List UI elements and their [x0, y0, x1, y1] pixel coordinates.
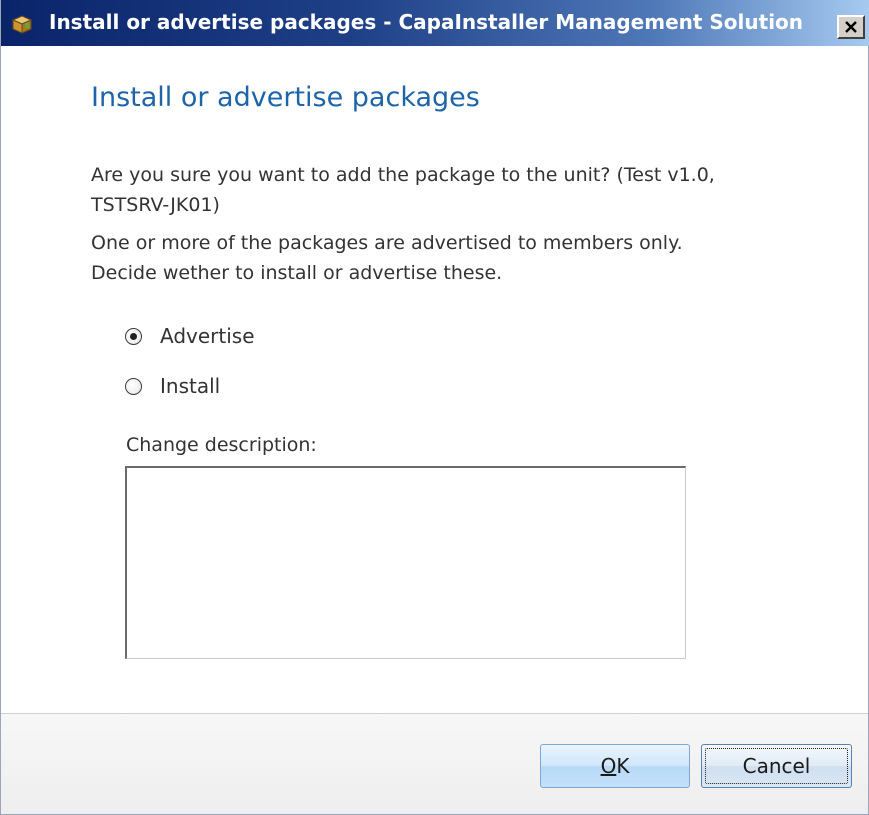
ok-button[interactable]: OK [540, 744, 690, 788]
radio-button-checked[interactable] [125, 327, 142, 345]
info-text-line1: One or more of the packages are advertis… [91, 232, 683, 254]
radio-advertise-label: Advertise [160, 324, 255, 348]
change-description-input[interactable] [125, 466, 686, 659]
confirm-text-line1: Are you sure you want to add the package… [91, 164, 715, 186]
ok-label-rest: K [616, 754, 630, 778]
radio-advertise[interactable]: Advertise [125, 322, 255, 350]
package-box-icon [11, 14, 33, 34]
confirm-text-line2: TSTSRV-JK01) [91, 194, 220, 216]
dialog-heading: Install or advertise packages [91, 82, 480, 113]
dialog-window: Install or advertise packages - CapaInst… [0, 0, 869, 815]
ok-accelerator: O [600, 754, 617, 778]
close-button[interactable] [837, 15, 865, 39]
button-bar: OK Cancel [1, 713, 868, 814]
radio-install-label: Install [160, 374, 221, 398]
window-title: Install or advertise packages - CapaInst… [49, 10, 804, 34]
title-bar[interactable]: Install or advertise packages - CapaInst… [1, 0, 869, 46]
cancel-button[interactable]: Cancel [701, 744, 852, 788]
cancel-label: Cancel [742, 754, 811, 778]
radio-install[interactable]: Install [125, 372, 220, 400]
change-description-label: Change description: [126, 434, 317, 456]
info-text-line2: Decide wether to install or advertise th… [91, 262, 503, 284]
close-icon [844, 18, 858, 37]
radio-button-unchecked[interactable] [125, 377, 142, 395]
